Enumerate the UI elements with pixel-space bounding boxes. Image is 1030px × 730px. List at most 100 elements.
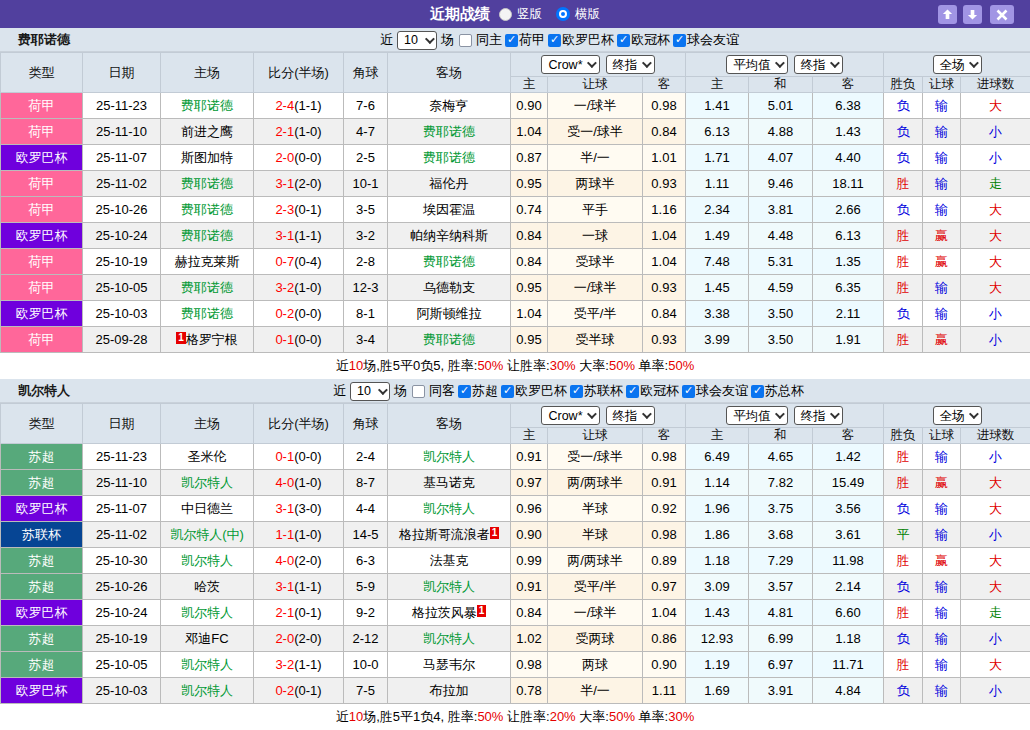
scope-select[interactable]: 全场	[933, 55, 982, 74]
team-link[interactable]: 凯尔特人	[423, 631, 475, 646]
scope-select[interactable]: 全场	[933, 406, 982, 425]
team-link[interactable]: 帕纳辛纳科斯	[410, 228, 488, 243]
match-count-select[interactable]: 10	[350, 382, 390, 401]
odds-company-select[interactable]: Crow*	[541, 55, 599, 74]
league-checkbox[interactable]: ✓	[673, 34, 686, 47]
team-link[interactable]: 阿斯顿维拉	[417, 306, 482, 321]
index-type-select[interactable]: 终指	[606, 406, 655, 425]
league-checkbox[interactable]: ✓	[458, 385, 471, 398]
odds-company-select[interactable]: Crow*	[541, 406, 599, 425]
league-checkbox[interactable]: ✓	[751, 385, 764, 398]
record-summary: 近10场,胜5平0负5, 胜率:50% 让胜率:30% 大率:50% 单率:50…	[0, 353, 1030, 379]
team-link[interactable]: 圣米伦	[188, 449, 227, 464]
summary-text: 场,胜5平0负5, 胜率:	[363, 358, 477, 373]
team-link[interactable]: 费耶诺德	[181, 202, 233, 217]
team-link[interactable]: 哈茨	[194, 579, 220, 594]
handicap-cell: 受一/球半	[548, 444, 643, 470]
match-row: 欧罗巴杯25-10-03凯尔特人0-2(0-1)7-5布拉加0.78半/一1.1…	[1, 678, 1030, 704]
avg-home-cell: 1.69	[686, 678, 749, 704]
team-link[interactable]: 中日德兰	[181, 501, 233, 516]
team-link[interactable]: 格拉茨风暴	[412, 605, 477, 620]
league-checkbox[interactable]: ✓	[505, 34, 518, 47]
match-count-select[interactable]: 10	[397, 31, 437, 50]
league-type-cell: 苏超	[1, 444, 83, 470]
league-checkbox[interactable]: ✓	[617, 34, 630, 47]
goals-result-cell: 大	[961, 470, 1030, 496]
goals-result-cell: 小	[961, 626, 1030, 652]
team-link[interactable]: 费耶诺德	[423, 124, 475, 139]
match-row: 荷甲25-10-19赫拉克莱斯0-7(0-4)2-8费耶诺德0.84受球半1.0…	[1, 249, 1030, 275]
handicap-result-cell: 赢	[923, 223, 961, 249]
average-select[interactable]: 平均值	[726, 406, 788, 425]
half-time-score: (2-0)	[294, 176, 321, 191]
away-team-cell: 福伦丹	[388, 171, 511, 197]
sub-header-avg-home: 主	[686, 77, 749, 93]
summary-text: 50%	[668, 358, 694, 373]
team-link[interactable]: 费耶诺德	[423, 254, 475, 269]
match-row: 欧罗巴杯25-10-03费耶诺德0-2(0-0)8-1阿斯顿维拉1.04受平/半…	[1, 301, 1030, 327]
team-link[interactable]: 凯尔特人	[423, 449, 475, 464]
team-link[interactable]: 凯尔特人	[181, 553, 233, 568]
away-odds-cell: 1.04	[643, 249, 686, 275]
team-link[interactable]: 马瑟韦尔	[423, 657, 475, 672]
move-up-button[interactable]	[938, 5, 957, 24]
team-link[interactable]: 布拉加	[430, 683, 469, 698]
league-checkbox[interactable]: ✓	[501, 385, 514, 398]
average-select[interactable]: 平均值	[726, 55, 788, 74]
title-bar: 近期战绩 竖版横版	[0, 0, 1030, 28]
team-link[interactable]: 法基克	[430, 553, 469, 568]
team-link[interactable]: 凯尔特人	[181, 657, 233, 672]
team-link[interactable]: 奈梅亨	[430, 98, 469, 113]
close-button[interactable]	[990, 5, 1014, 24]
match-row: 苏超25-11-10凯尔特人4-0(1-0)8-7基马诺克0.97两/两球半0.…	[1, 470, 1030, 496]
team-link[interactable]: 前进之鹰	[181, 124, 233, 139]
team-link[interactable]: 福伦丹	[430, 176, 469, 191]
layout-radio-horizontal[interactable]: 横版	[556, 6, 600, 23]
team-link[interactable]: 格罗宁根	[186, 332, 238, 347]
team-link[interactable]: 斯图加特	[181, 150, 233, 165]
match-row: 苏超25-10-26哈茨3-1(1-1)5-9凯尔特人0.91受平/半0.973…	[1, 574, 1030, 600]
team-link[interactable]: 埃因霍温	[423, 202, 475, 217]
move-down-button[interactable]	[963, 5, 982, 24]
team-link[interactable]: 凯尔特人	[181, 683, 233, 698]
corner-cell: 7-6	[344, 93, 388, 119]
team-link[interactable]: 凯尔特人(中)	[170, 527, 244, 542]
team-link[interactable]: 赫拉克莱斯	[175, 254, 240, 269]
index-type-select-2[interactable]: 终指	[794, 55, 843, 74]
team-link[interactable]: 凯尔特人	[181, 475, 233, 490]
col-header-score: 比分(半场)	[254, 404, 344, 444]
result-cell: 胜	[884, 600, 923, 626]
avg-home-cell: 12.93	[686, 626, 749, 652]
index-type-select-2[interactable]: 终指	[794, 406, 843, 425]
team-link[interactable]: 乌德勒支	[423, 280, 475, 295]
team-link[interactable]: 费耶诺德	[181, 98, 233, 113]
match-date-cell: 25-11-10	[83, 119, 161, 145]
league-checkbox[interactable]: ✓	[548, 34, 561, 47]
same-venue-checkbox[interactable]	[459, 34, 472, 47]
full-time-score: 0-1	[275, 332, 294, 347]
league-checkbox[interactable]: ✓	[626, 385, 639, 398]
handicap-cell: 半/一	[548, 145, 643, 171]
team-link[interactable]: 费耶诺德	[423, 150, 475, 165]
team-link[interactable]: 凯尔特人	[423, 501, 475, 516]
index-type-select[interactable]: 终指	[606, 55, 655, 74]
handicap-cell: 半球	[548, 522, 643, 548]
team-link[interactable]: 费耶诺德	[423, 332, 475, 347]
team-link[interactable]: 邓迪FC	[185, 631, 228, 646]
goals-result-cell: 小	[961, 678, 1030, 704]
away-team-cell: 凯尔特人	[388, 496, 511, 522]
league-checkbox[interactable]: ✓	[570, 385, 583, 398]
team-link[interactable]: 费耶诺德	[181, 280, 233, 295]
team-link[interactable]: 基马诺克	[423, 475, 475, 490]
full-time-score: 3-1	[275, 579, 294, 594]
team-link[interactable]: 格拉斯哥流浪者	[399, 527, 490, 542]
team-link[interactable]: 费耶诺德	[181, 306, 233, 321]
league-checkbox[interactable]: ✓	[682, 385, 695, 398]
team-link[interactable]: 凯尔特人	[181, 605, 233, 620]
team-link[interactable]: 费耶诺德	[181, 228, 233, 243]
team-link[interactable]: 凯尔特人	[423, 579, 475, 594]
handicap-result-cell: 赢	[923, 327, 961, 353]
team-link[interactable]: 费耶诺德	[181, 176, 233, 191]
layout-radio-vertical[interactable]: 竖版	[499, 6, 542, 23]
same-venue-checkbox[interactable]	[412, 385, 425, 398]
